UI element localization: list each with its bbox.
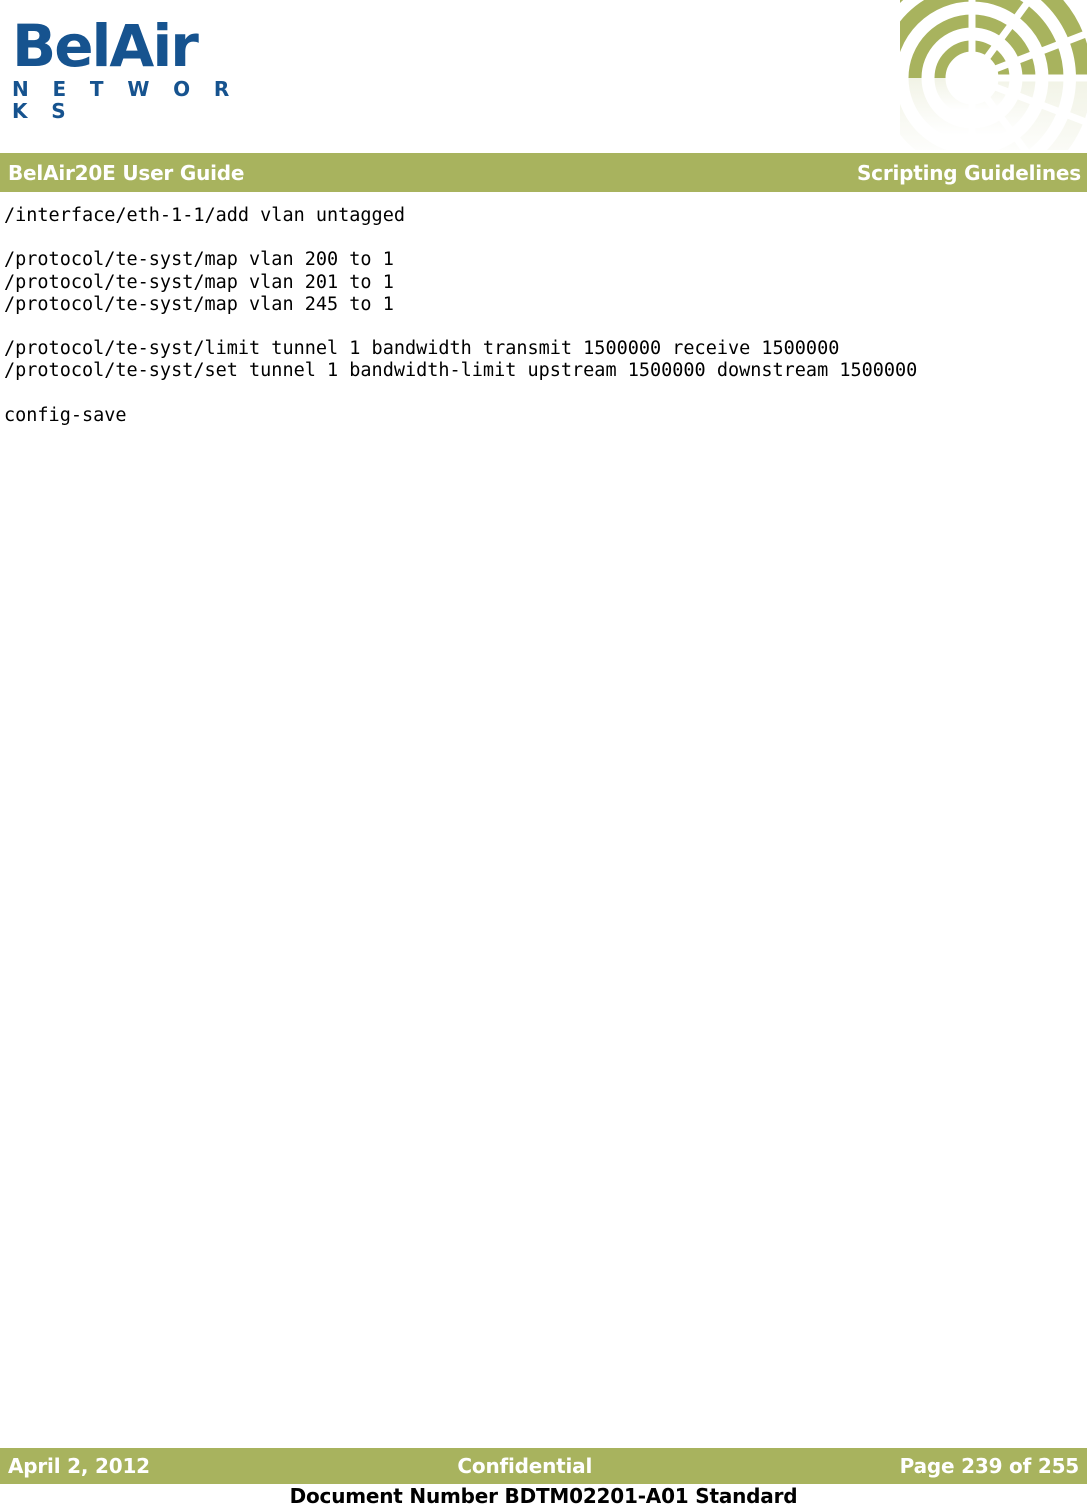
code-line: /protocol/te-syst/limit tunnel 1 bandwid… <box>4 338 840 360</box>
footer-classification: Confidential <box>457 1454 593 1478</box>
document-title: BelAir20E User Guide <box>8 160 245 185</box>
code-line: /protocol/te-syst/map vlan 245 to 1 <box>4 293 394 315</box>
radiating-arcs-icon <box>900 0 1087 150</box>
logo-wordmark: BelAir <box>12 12 199 80</box>
document-page: BelAir N E T W O R K S BelAir20E User Gu… <box>0 0 1087 1511</box>
footer-bar: April 2, 2012 Confidential Page 239 of 2… <box>0 1448 1087 1484</box>
masthead: BelAir N E T W O R K S <box>0 0 1087 152</box>
code-line: /protocol/te-syst/map vlan 201 to 1 <box>4 271 394 293</box>
running-header-bar: BelAir20E User Guide Scripting Guideline… <box>0 153 1087 192</box>
code-line: config-save <box>4 404 127 426</box>
logo-tagline: N E T W O R K S <box>12 77 238 123</box>
footer-date: April 2, 2012 <box>8 1454 150 1478</box>
page-content: /interface/eth-1-1/add vlan untagged /pr… <box>0 192 1087 427</box>
footer-page-number: Page 239 of 255 <box>899 1454 1080 1478</box>
section-title: Scripting Guidelines <box>856 160 1081 185</box>
code-line: /protocol/te-syst/set tunnel 1 bandwidth… <box>4 360 918 382</box>
code-line: /interface/eth-1-1/add vlan untagged <box>4 205 405 226</box>
cli-command-listing: /interface/eth-1-1/add vlan untagged /pr… <box>0 192 1087 427</box>
code-line: /protocol/te-syst/map vlan 200 to 1 <box>4 249 394 271</box>
footer-document-number: Document Number BDTM02201-A01 Standard <box>289 1484 798 1508</box>
belair-networks-logo: BelAir N E T W O R K S <box>12 16 272 122</box>
